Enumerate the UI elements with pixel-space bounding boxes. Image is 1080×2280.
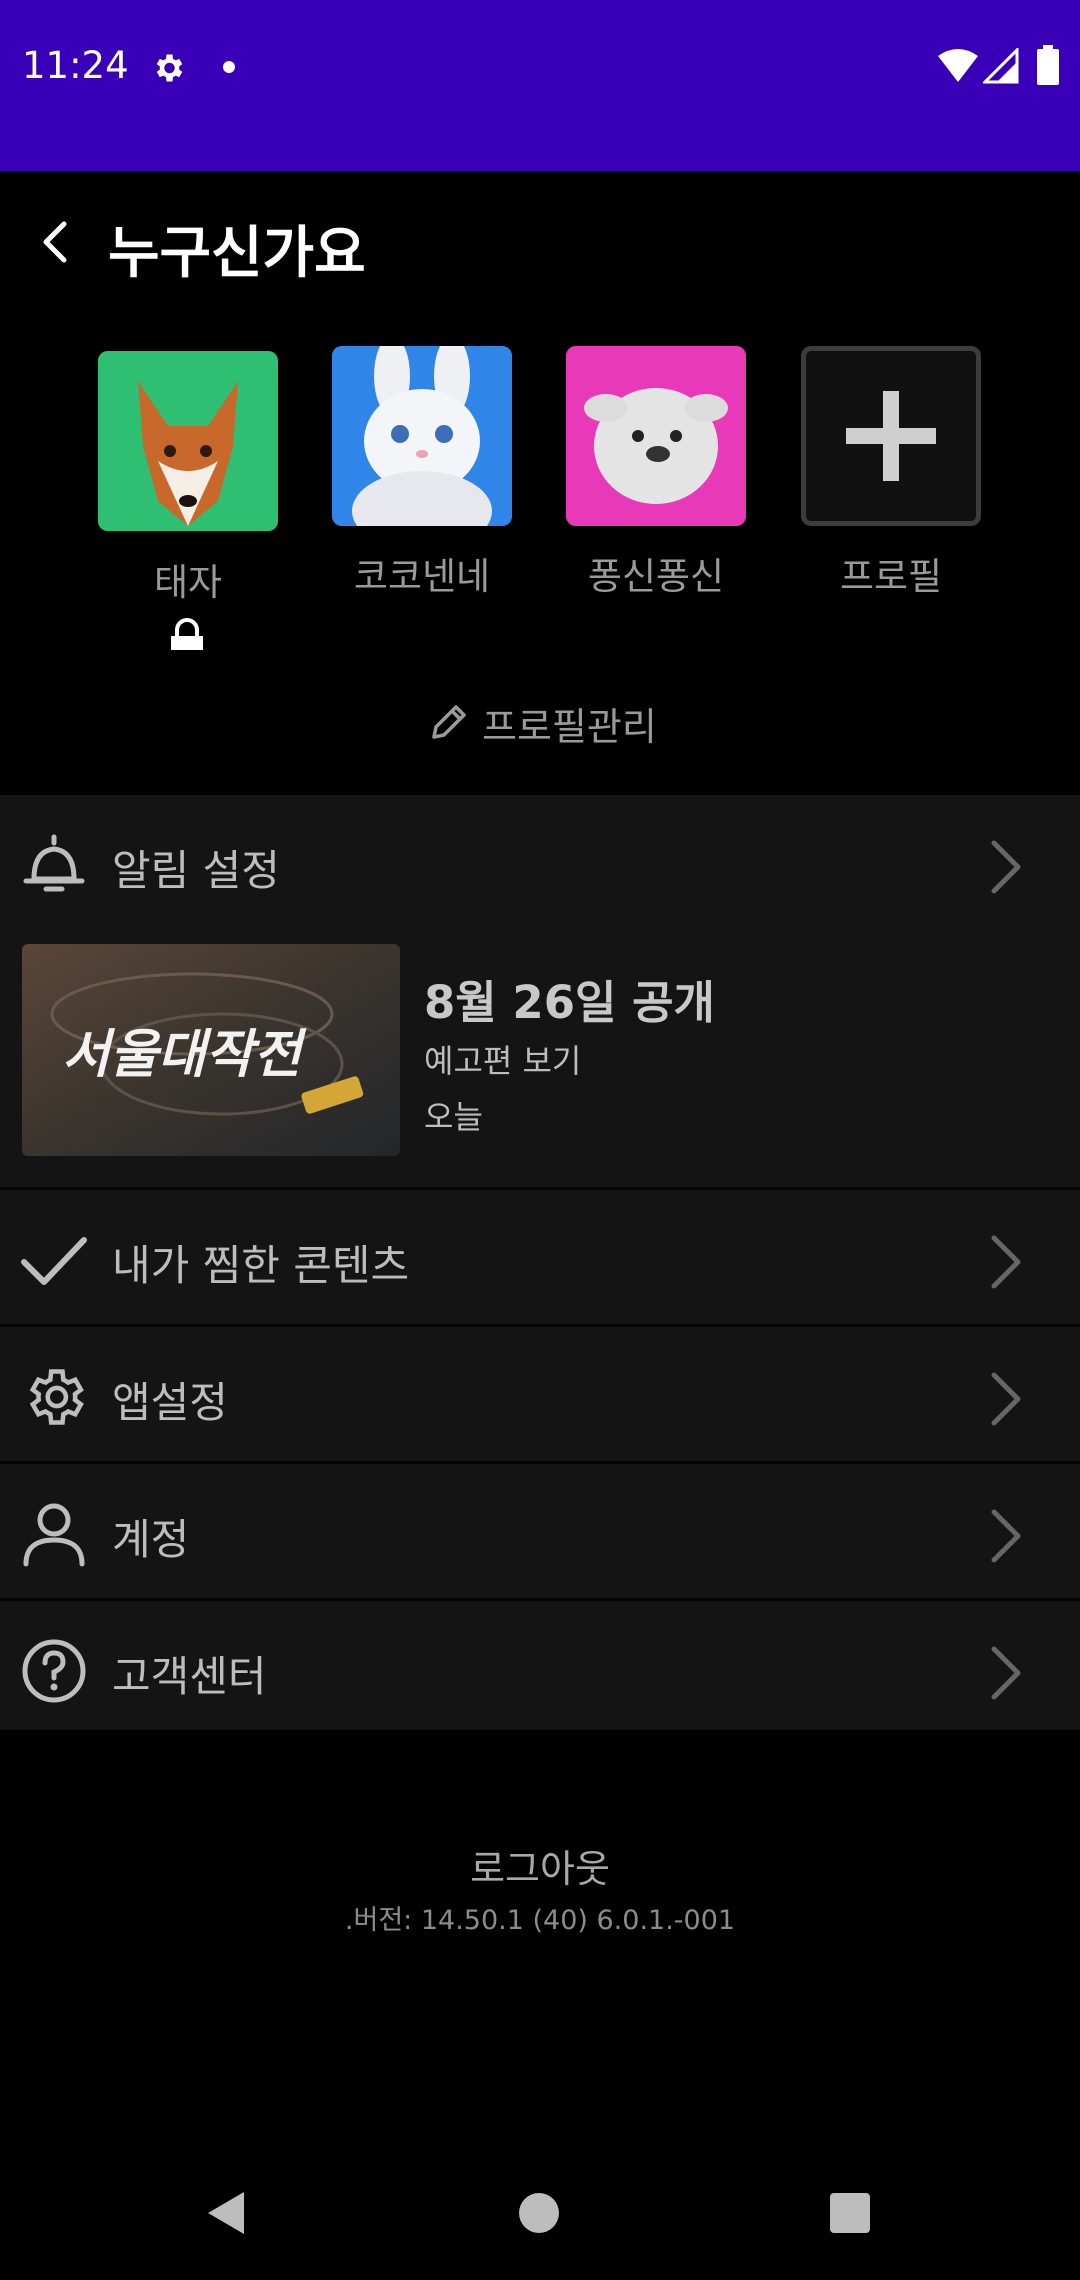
notifications-label: 알림 설정 <box>112 846 280 895</box>
plus-icon <box>846 391 936 481</box>
battery-icon <box>1037 45 1059 85</box>
settings-gear-icon <box>156 54 183 82</box>
nav-recents-icon[interactable] <box>830 2193 870 2233</box>
checkmark-icon <box>21 1237 87 1285</box>
nav-back-icon[interactable] <box>206 2190 246 2236</box>
notifications-settings-row[interactable]: 알림 설정 <box>0 795 1080 929</box>
profile-name: 태자 <box>153 561 223 604</box>
profile-name: 코코넨네 <box>353 555 491 598</box>
status-time: 11:24 <box>22 44 129 87</box>
wishlist-label: 내가 찜한 콘텐츠 <box>112 1241 410 1290</box>
wishlist-row[interactable]: 내가 찜한 콘텐츠 <box>0 1190 1080 1324</box>
status-bar: 11:24 <box>0 0 1080 171</box>
chevron-right-icon <box>991 1646 1021 1700</box>
help-center-row[interactable]: 고객센터 <box>0 1601 1080 1735</box>
notice-title[interactable]: 8월 26일 공개 <box>424 966 715 1031</box>
movie-poster-image: 서울대작전 <box>22 944 400 1156</box>
cellular-signal-icon <box>983 48 1019 84</box>
notification-dot-icon <box>223 61 235 73</box>
notice-subtitle[interactable]: 예고편 보기 <box>424 1036 581 1082</box>
pencil-icon <box>432 705 466 739</box>
manage-profiles-button[interactable]: 프로필관리 <box>428 698 657 749</box>
profile-name: 프로필 <box>839 555 943 598</box>
account-label: 계정 <box>112 1515 190 1564</box>
account-row[interactable]: 계정 <box>0 1464 1080 1598</box>
add-profile-button[interactable] <box>801 346 981 526</box>
poster-title: 서울대작전 <box>62 1025 307 1085</box>
chevron-right-icon <box>991 1509 1021 1563</box>
page-title: 누구신가요 <box>108 221 366 286</box>
back-arrow-icon[interactable] <box>36 218 72 266</box>
app-settings-label: 앱설정 <box>112 1378 228 1427</box>
chevron-right-icon <box>991 840 1021 894</box>
settings-panel: 알림 설정 내가 찜한 콘텐츠 앱설정 계정 고객센터 <box>0 795 1080 1730</box>
bunny-avatar-icon <box>332 346 512 526</box>
nav-home-icon[interactable] <box>519 2193 559 2233</box>
bell-icon <box>23 834 85 892</box>
trailer-thumbnail[interactable]: 서울대작전 <box>22 944 400 1156</box>
gear-icon <box>29 1369 84 1425</box>
fox-avatar-icon <box>98 351 278 531</box>
fluffy-avatar-icon <box>566 346 746 526</box>
chevron-right-icon <box>991 1372 1021 1426</box>
question-circle-icon <box>22 1639 86 1703</box>
manage-profiles-label: 프로필관리 <box>482 704 657 749</box>
wifi-icon <box>938 49 978 82</box>
lock-icon <box>171 618 203 650</box>
logout-button[interactable]: 로그아웃 <box>0 1838 1080 1893</box>
profile-avatar-pongsin[interactable] <box>566 346 746 526</box>
profile-avatar-kokonenne[interactable] <box>332 346 512 526</box>
help-center-label: 고객센터 <box>112 1652 267 1701</box>
person-icon <box>23 1503 85 1567</box>
chevron-right-icon <box>991 1235 1021 1289</box>
notice-date: 오늘 <box>424 1098 483 1136</box>
version-text: .버전: 14.50.1 (40) 6.0.1.-001 <box>344 1905 736 1936</box>
app-settings-row[interactable]: 앱설정 <box>0 1327 1080 1461</box>
profile-name: 퐁신퐁신 <box>587 555 725 598</box>
profile-avatar-taeja[interactable] <box>98 351 278 531</box>
